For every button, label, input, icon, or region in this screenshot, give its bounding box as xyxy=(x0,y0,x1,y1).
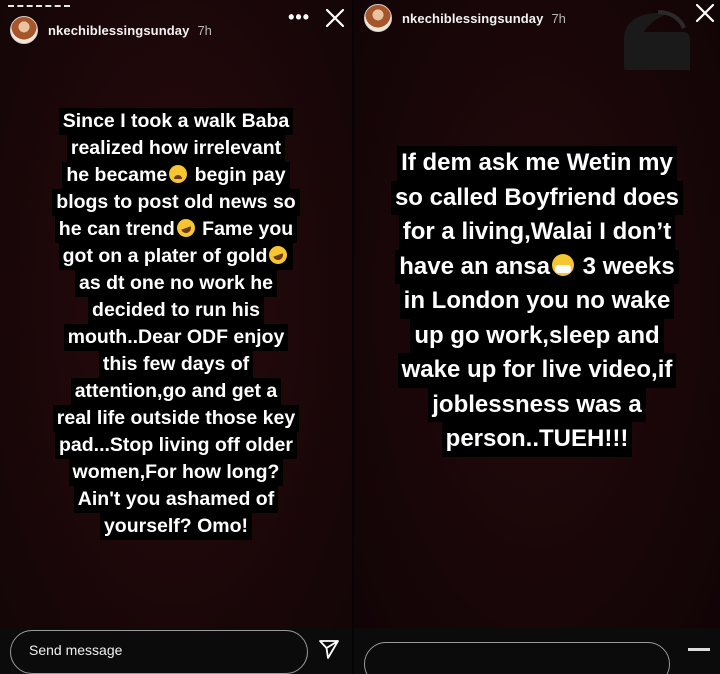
story-left: nkechiblessingsunday 7h ••• Since I took… xyxy=(0,0,352,674)
story-text: If dem ask me Wetin my so called Boyfrie… xyxy=(354,146,720,457)
post-time: 7h xyxy=(551,10,566,26)
story-text-line: up go work,sleep and xyxy=(410,318,664,353)
story-text-line: decided to run his xyxy=(88,297,264,324)
story-text-line: wake up for live video,if xyxy=(397,353,677,388)
story-text-line: as dt one no work he xyxy=(75,270,277,297)
story-text-line: blogs to post old news so xyxy=(52,189,300,216)
story-footer xyxy=(354,628,720,674)
medical-mask-emoji-icon xyxy=(552,253,574,276)
story-text-line: yourself? Omo! xyxy=(99,513,253,540)
more-options-icon[interactable]: ••• xyxy=(288,8,310,26)
story-progress-bar xyxy=(8,5,70,7)
close-icon[interactable] xyxy=(694,2,716,24)
story-text-line: have an ansa 3 weeks xyxy=(395,249,679,284)
weary-face-emoji-icon xyxy=(169,165,188,183)
send-message-input[interactable]: Send message xyxy=(10,630,308,674)
story-text-line: this few days of xyxy=(98,351,254,378)
story-text-line: women,For how long? xyxy=(68,459,284,486)
story-text-line: real life outside those key xyxy=(52,405,300,432)
story-text-line: in London you no wake xyxy=(399,284,675,319)
rolling-laughing-emoji-icon xyxy=(266,243,290,267)
story-text-line: If dem ask me Wetin my xyxy=(397,146,677,181)
story-text-line: he can trend Fame you xyxy=(54,216,298,243)
username[interactable]: nkechiblessingsunday xyxy=(48,23,189,38)
avatar[interactable] xyxy=(364,4,392,32)
rolling-laughing-emoji-icon xyxy=(174,216,198,240)
story-text: Since I took a walk Baba realized how ir… xyxy=(0,108,352,540)
story-text-line: pad...Stop living off older xyxy=(55,432,297,459)
story-text-line: Ain't you ashamed of xyxy=(73,486,279,513)
send-icon[interactable] xyxy=(318,638,340,660)
story-text-line: Since I took a walk Baba xyxy=(58,108,294,135)
story-text-line: got on a plater of gold xyxy=(58,243,294,270)
story-text-line: mouth..Dear ODF enjoy xyxy=(63,324,289,351)
story-text-line: realized how irrelevant xyxy=(66,135,286,162)
close-icon[interactable] xyxy=(324,7,346,29)
story-text-line: attention,go and get a xyxy=(70,378,282,405)
send-icon[interactable] xyxy=(688,648,710,651)
story-text-line: he became begin pay xyxy=(62,162,290,189)
story-footer: Send message xyxy=(0,628,352,674)
post-time: 7h xyxy=(197,22,212,38)
story-text-line: so called Boyfriend does xyxy=(390,180,684,215)
story-text-line: joblessness was a xyxy=(428,387,646,422)
username[interactable]: nkechiblessingsunday xyxy=(402,11,543,26)
sticker-image xyxy=(624,10,690,70)
story-text-line: for a living,Walai I don’t xyxy=(398,215,676,250)
story-right: nkechiblessingsunday 7h If dem ask me We… xyxy=(354,0,720,674)
send-message-input[interactable] xyxy=(364,642,670,674)
story-text-line: person..TUEH!!! xyxy=(441,422,633,457)
avatar[interactable] xyxy=(10,16,38,44)
